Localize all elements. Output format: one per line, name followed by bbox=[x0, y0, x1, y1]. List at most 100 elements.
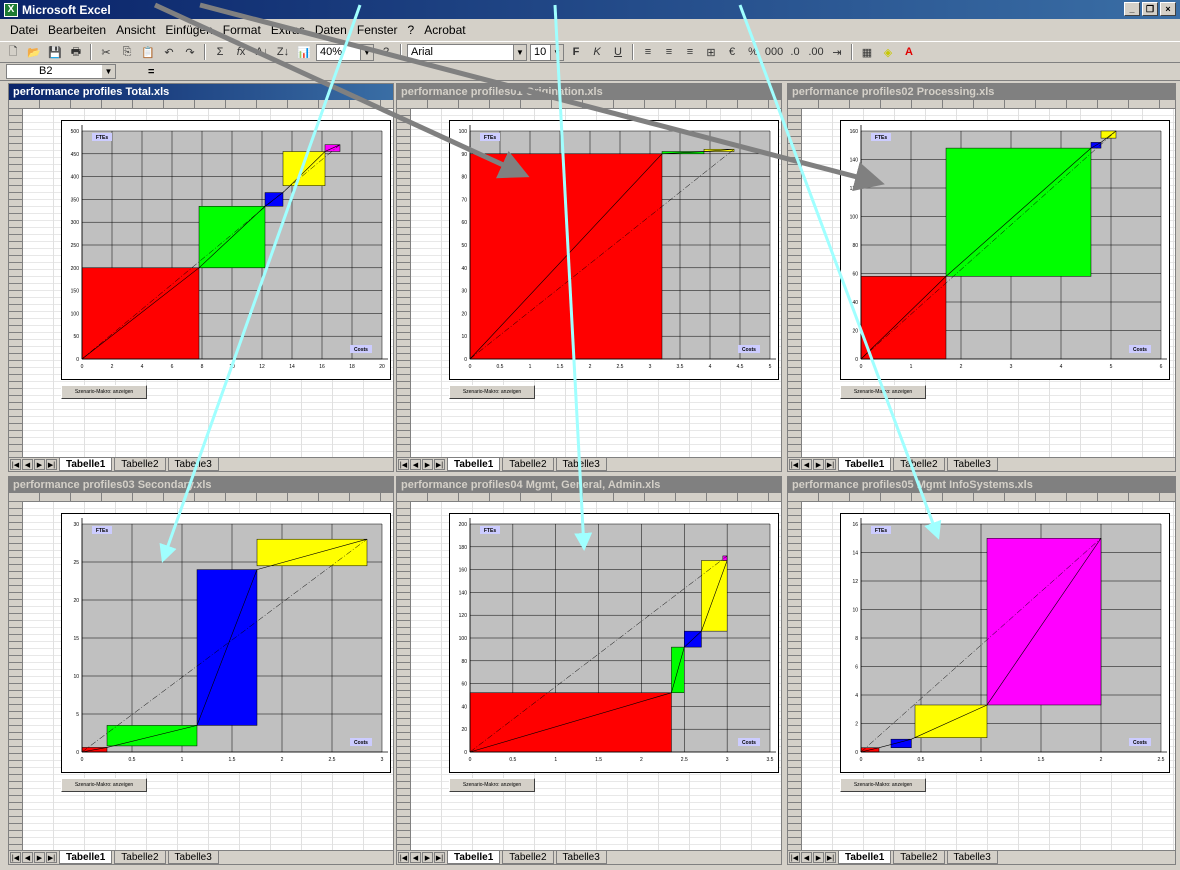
zoom-select[interactable]: 40% ▼ bbox=[316, 43, 374, 61]
macro-button[interactable]: Szenario-Makro: anzeigen bbox=[840, 778, 926, 792]
column-headers[interactable] bbox=[788, 100, 1175, 109]
undo-icon[interactable]: ↶ bbox=[160, 43, 178, 61]
menu-ansicht[interactable]: Ansicht bbox=[112, 21, 159, 39]
italic-icon[interactable]: K bbox=[588, 43, 606, 61]
save-icon[interactable]: 💾 bbox=[46, 43, 64, 61]
next-sheet-icon[interactable]: ▶ bbox=[422, 459, 433, 470]
tab-tabelle1[interactable]: Tabelle1 bbox=[447, 851, 501, 864]
tab-tabelle3[interactable]: Tabelle3 bbox=[946, 851, 998, 864]
autosum-icon[interactable]: Σ bbox=[211, 43, 229, 61]
cut-icon[interactable]: ✂ bbox=[97, 43, 115, 61]
tab-tabelle2[interactable]: Tabelle2 bbox=[502, 851, 554, 864]
help-icon[interactable]: ? bbox=[377, 43, 395, 61]
chart-wizard-icon[interactable]: 📊 bbox=[295, 43, 313, 61]
fill-color-icon[interactable]: ◈ bbox=[879, 43, 897, 61]
prev-sheet-icon[interactable]: ◀ bbox=[410, 852, 421, 863]
workbook-window[interactable]: performance profiles04 Mgmt, General, Ad… bbox=[396, 476, 782, 865]
tab-tabelle3[interactable]: Tabelle3 bbox=[167, 458, 219, 471]
next-sheet-icon[interactable]: ▶ bbox=[422, 852, 433, 863]
new-icon[interactable]: 🗋 bbox=[4, 43, 22, 61]
sort-ascending-icon[interactable]: A↓ bbox=[253, 43, 271, 61]
menu-einfuegen[interactable]: Einfügen bbox=[161, 21, 216, 39]
workbook-titlebar[interactable]: performance profiles03 Secondary.xls bbox=[9, 477, 393, 493]
workbook-window[interactable]: performance profiles05 Mgmt InfoSystems.… bbox=[787, 476, 1176, 865]
percent-icon[interactable]: % bbox=[744, 43, 762, 61]
copy-icon[interactable]: ⎘ bbox=[118, 43, 136, 61]
tab-tabelle2[interactable]: Tabelle2 bbox=[114, 851, 166, 864]
row-headers[interactable] bbox=[9, 502, 23, 850]
align-center-icon[interactable]: ≡ bbox=[660, 43, 678, 61]
workbook-titlebar[interactable]: performance profiles Total.xls bbox=[9, 84, 393, 100]
performance-chart[interactable]: 0 1 2 3 4 5 6 0 20 40 60 80 100 120 140 160 FTEs Costs bbox=[840, 120, 1170, 380]
close-button[interactable]: × bbox=[1160, 2, 1176, 16]
prev-sheet-icon[interactable]: ◀ bbox=[801, 459, 812, 470]
macro-button[interactable]: Szenario-Makro: anzeigen bbox=[449, 778, 535, 792]
increase-decimal-icon[interactable]: .0 bbox=[786, 43, 804, 61]
workbook-window[interactable]: performance profiles Total.xls |◀ ◀ ▶ ▶|… bbox=[8, 83, 394, 472]
menu-help[interactable]: ? bbox=[404, 21, 419, 39]
align-left-icon[interactable]: ≡ bbox=[639, 43, 657, 61]
currency-icon[interactable]: € bbox=[723, 43, 741, 61]
bold-icon[interactable]: F bbox=[567, 43, 585, 61]
underline-icon[interactable]: U bbox=[609, 43, 627, 61]
tab-tabelle1[interactable]: Tabelle1 bbox=[59, 458, 113, 471]
column-headers[interactable] bbox=[9, 493, 393, 502]
macro-button[interactable]: Szenario-Makro: anzeigen bbox=[61, 778, 147, 792]
first-sheet-icon[interactable]: |◀ bbox=[789, 852, 800, 863]
menu-acrobat[interactable]: Acrobat bbox=[420, 21, 469, 39]
column-headers[interactable] bbox=[788, 493, 1175, 502]
sort-descending-icon[interactable]: Z↓ bbox=[274, 43, 292, 61]
tab-tabelle1[interactable]: Tabelle1 bbox=[59, 851, 113, 864]
workbook-window[interactable]: performance profiles02 Processing.xls |◀… bbox=[787, 83, 1176, 472]
performance-chart[interactable]: 0 0.5 1 1.5 2 2.5 3 3.5 4 4.5 5 0 10 20 30 40 50 60 70 80 90… bbox=[449, 120, 779, 380]
performance-chart[interactable]: 0 2 4 6 8 10 12 14 16 18 20 0 50 100 150 200 250 300 350 40… bbox=[61, 120, 391, 380]
next-sheet-icon[interactable]: ▶ bbox=[34, 459, 45, 470]
workbook-titlebar[interactable]: performance profiles04 Mgmt, General, Ad… bbox=[397, 477, 781, 493]
restore-button[interactable]: ❐ bbox=[1142, 2, 1158, 16]
performance-chart[interactable]: 0 0.5 1 1.5 2 2.5 3 0 5 10 15 20 25 30 FTEs Costs bbox=[61, 513, 391, 773]
row-headers[interactable] bbox=[788, 109, 802, 457]
column-headers[interactable] bbox=[9, 100, 393, 109]
tab-tabelle3[interactable]: Tabelle3 bbox=[555, 851, 607, 864]
last-sheet-icon[interactable]: ▶| bbox=[46, 852, 57, 863]
macro-button[interactable]: Szenario-Makro: anzeigen bbox=[61, 385, 147, 399]
menu-format[interactable]: Format bbox=[219, 21, 265, 39]
minimize-button[interactable]: _ bbox=[1124, 2, 1140, 16]
row-headers[interactable] bbox=[788, 502, 802, 850]
last-sheet-icon[interactable]: ▶| bbox=[434, 459, 445, 470]
next-sheet-icon[interactable]: ▶ bbox=[813, 852, 824, 863]
tab-tabelle2[interactable]: Tabelle2 bbox=[114, 458, 166, 471]
open-icon[interactable]: 📂 bbox=[25, 43, 43, 61]
tab-tabelle1[interactable]: Tabelle1 bbox=[838, 851, 892, 864]
row-headers[interactable] bbox=[9, 109, 23, 457]
column-headers[interactable] bbox=[397, 493, 781, 502]
font-select[interactable]: Arial ▼ bbox=[407, 43, 527, 61]
tab-tabelle3[interactable]: Tabelle3 bbox=[167, 851, 219, 864]
workbook-titlebar[interactable]: performance profiles01 Origination.xls bbox=[397, 84, 781, 100]
indent-icon[interactable]: ⇥ bbox=[828, 43, 846, 61]
menu-fenster[interactable]: Fenster bbox=[353, 21, 402, 39]
last-sheet-icon[interactable]: ▶| bbox=[825, 852, 836, 863]
function-icon[interactable]: fx bbox=[232, 43, 250, 61]
tab-tabelle2[interactable]: Tabelle2 bbox=[502, 458, 554, 471]
workbook-window[interactable]: performance profiles03 Secondary.xls |◀ … bbox=[8, 476, 394, 865]
workbook-titlebar[interactable]: performance profiles02 Processing.xls bbox=[788, 84, 1175, 100]
workbook-window[interactable]: performance profiles01 Origination.xls |… bbox=[396, 83, 782, 472]
menu-datei[interactable]: Datei bbox=[6, 21, 42, 39]
prev-sheet-icon[interactable]: ◀ bbox=[801, 852, 812, 863]
last-sheet-icon[interactable]: ▶| bbox=[825, 459, 836, 470]
tab-tabelle2[interactable]: Tabelle2 bbox=[893, 458, 945, 471]
performance-chart[interactable]: 0 0.5 1 1.5 2 2.5 0 2 4 6 8 10 12 14 16 FTEs Costs bbox=[840, 513, 1170, 773]
next-sheet-icon[interactable]: ▶ bbox=[34, 852, 45, 863]
macro-button[interactable]: Szenario-Makro: anzeigen bbox=[449, 385, 535, 399]
first-sheet-icon[interactable]: |◀ bbox=[10, 852, 21, 863]
menu-bearbeiten[interactable]: Bearbeiten bbox=[44, 21, 110, 39]
tab-tabelle1[interactable]: Tabelle1 bbox=[447, 458, 501, 471]
tab-tabelle3[interactable]: Tabelle3 bbox=[555, 458, 607, 471]
tab-tabelle1[interactable]: Tabelle1 bbox=[838, 458, 892, 471]
print-icon[interactable]: 🖶 bbox=[67, 43, 85, 61]
prev-sheet-icon[interactable]: ◀ bbox=[410, 459, 421, 470]
menu-extras[interactable]: Extras bbox=[267, 21, 309, 39]
font-color-icon[interactable]: A bbox=[900, 43, 918, 61]
merge-icon[interactable]: ⊞ bbox=[702, 43, 720, 61]
